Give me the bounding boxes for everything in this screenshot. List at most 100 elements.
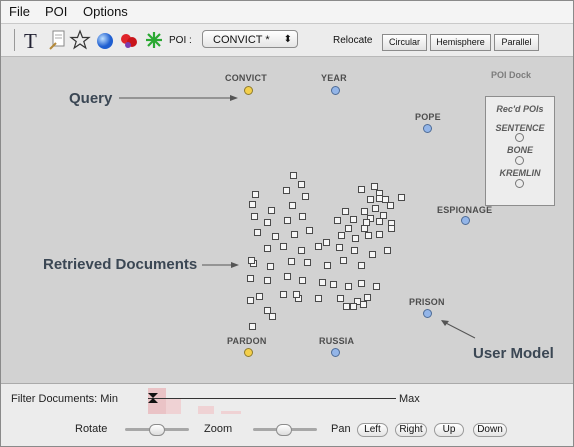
- zoom-slider-knob[interactable]: [276, 424, 292, 436]
- document-node[interactable]: [298, 247, 305, 254]
- document-node[interactable]: [288, 258, 295, 265]
- visualization-canvas[interactable]: CONVICT YEAR POPE ESPIONAGE PRISON RUSSI…: [1, 57, 573, 384]
- document-node[interactable]: [304, 259, 311, 266]
- filter-track[interactable]: [148, 398, 396, 399]
- document-node[interactable]: [256, 293, 263, 300]
- document-node[interactable]: [272, 233, 279, 240]
- document-node[interactable]: [269, 313, 276, 320]
- document-node[interactable]: [249, 323, 256, 330]
- document-node[interactable]: [367, 196, 374, 203]
- document-node[interactable]: [293, 291, 300, 298]
- poi-espionage[interactable]: [461, 216, 470, 225]
- document-node[interactable]: [298, 181, 305, 188]
- document-node[interactable]: [319, 279, 326, 286]
- document-node[interactable]: [254, 229, 261, 236]
- document-node[interactable]: [361, 225, 368, 232]
- relocate-parallel-button[interactable]: Parallel: [494, 34, 539, 51]
- document-node[interactable]: [373, 283, 380, 290]
- menu-file[interactable]: File: [9, 4, 30, 19]
- document-node[interactable]: [345, 225, 352, 232]
- document-node[interactable]: [299, 277, 306, 284]
- document-node[interactable]: [363, 219, 370, 226]
- document-node[interactable]: [330, 281, 337, 288]
- document-node[interactable]: [248, 257, 255, 264]
- document-node[interactable]: [249, 201, 256, 208]
- document-node[interactable]: [350, 216, 357, 223]
- document-node[interactable]: [336, 244, 343, 251]
- poi-select[interactable]: CONVICT * ⬍: [202, 30, 298, 48]
- document-node[interactable]: [291, 231, 298, 238]
- document-node[interactable]: [264, 245, 271, 252]
- relocate-circular-button[interactable]: Circular: [382, 34, 427, 51]
- menu-poi[interactable]: POI: [45, 4, 67, 19]
- document-node[interactable]: [376, 218, 383, 225]
- poi-russia[interactable]: [331, 348, 340, 357]
- document-node[interactable]: [315, 243, 322, 250]
- document-node[interactable]: [267, 263, 274, 270]
- document-node[interactable]: [358, 280, 365, 287]
- document-node[interactable]: [350, 303, 357, 310]
- rotate-slider-knob[interactable]: [149, 424, 165, 436]
- poi-convict[interactable]: [244, 86, 253, 95]
- document-node[interactable]: [290, 172, 297, 179]
- document-node[interactable]: [351, 247, 358, 254]
- pan-down-button[interactable]: Down: [473, 423, 507, 437]
- document-node[interactable]: [384, 247, 391, 254]
- document-node[interactable]: [280, 243, 287, 250]
- poi-pope[interactable]: [423, 124, 432, 133]
- poi-prison[interactable]: [423, 309, 432, 318]
- document-node[interactable]: [371, 183, 378, 190]
- document-node[interactable]: [388, 225, 395, 232]
- pan-right-button[interactable]: Right: [395, 423, 427, 437]
- pan-left-button[interactable]: Left: [357, 423, 388, 437]
- document-node[interactable]: [264, 219, 271, 226]
- document-node[interactable]: [398, 194, 405, 201]
- filter-min-handle[interactable]: [147, 392, 159, 404]
- document-node[interactable]: [247, 275, 254, 282]
- document-node[interactable]: [284, 217, 291, 224]
- relocate-hemisphere-button[interactable]: Hemisphere: [430, 34, 491, 51]
- green-star-icon[interactable]: [143, 29, 165, 51]
- document-node[interactable]: [334, 217, 341, 224]
- document-node[interactable]: [343, 303, 350, 310]
- document-node[interactable]: [342, 208, 349, 215]
- document-node[interactable]: [365, 232, 372, 239]
- dock-poi-sentence[interactable]: [515, 133, 524, 142]
- document-node[interactable]: [340, 257, 347, 264]
- document-node[interactable]: [361, 208, 368, 215]
- search-tool-icon[interactable]: [48, 29, 70, 51]
- document-node[interactable]: [299, 213, 306, 220]
- menu-options[interactable]: Options: [83, 4, 128, 19]
- document-node[interactable]: [264, 277, 271, 284]
- document-node[interactable]: [352, 235, 359, 242]
- document-node[interactable]: [247, 297, 254, 304]
- document-node[interactable]: [364, 294, 371, 301]
- star-tool-icon[interactable]: [69, 29, 91, 51]
- document-node[interactable]: [283, 187, 290, 194]
- poi-year[interactable]: [331, 86, 340, 95]
- dock-poi-bone[interactable]: [515, 156, 524, 165]
- dock-poi-kremlin[interactable]: [515, 179, 524, 188]
- red-cluster-icon[interactable]: [118, 29, 140, 51]
- document-node[interactable]: [358, 186, 365, 193]
- document-node[interactable]: [360, 301, 367, 308]
- blue-sphere-icon[interactable]: [94, 29, 116, 51]
- document-node[interactable]: [345, 283, 352, 290]
- document-node[interactable]: [323, 239, 330, 246]
- poi-pardon[interactable]: [244, 348, 253, 357]
- document-node[interactable]: [376, 231, 383, 238]
- document-node[interactable]: [369, 251, 376, 258]
- document-node[interactable]: [358, 262, 365, 269]
- document-node[interactable]: [302, 193, 309, 200]
- document-node[interactable]: [376, 195, 383, 202]
- text-tool-icon[interactable]: T: [23, 29, 45, 53]
- poi-dock[interactable]: Rec'd POIs SENTENCE BONE KREMLIN: [485, 96, 555, 206]
- document-node[interactable]: [387, 202, 394, 209]
- document-node[interactable]: [372, 205, 379, 212]
- document-node[interactable]: [268, 207, 275, 214]
- document-node[interactable]: [306, 227, 313, 234]
- document-node[interactable]: [289, 202, 296, 209]
- document-node[interactable]: [252, 191, 259, 198]
- document-node[interactable]: [251, 213, 258, 220]
- document-node[interactable]: [315, 295, 322, 302]
